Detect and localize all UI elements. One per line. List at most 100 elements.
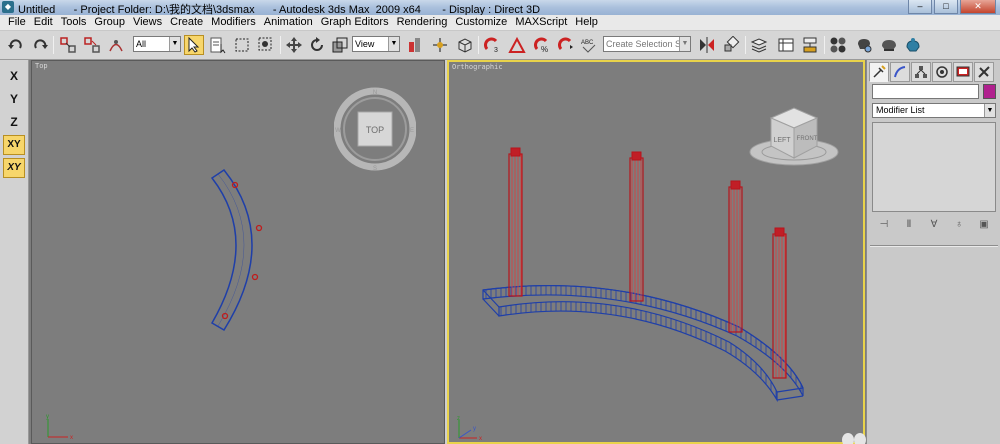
pillar[interactable] [772, 227, 787, 379]
menu-rendering[interactable]: Rendering [393, 15, 452, 30]
pillar[interactable] [728, 180, 743, 333]
select-and-scale-icon[interactable] [330, 35, 350, 55]
compass-s-label: S [373, 166, 377, 172]
restrict-z-button[interactable]: Z [3, 112, 25, 132]
maximize-button[interactable]: □ [934, 0, 958, 14]
menu-animation[interactable]: Animation [260, 15, 317, 30]
configure-modifier-sets-icon[interactable]: ▣ [976, 218, 992, 232]
utilities-tab-icon[interactable] [974, 62, 994, 82]
command-panel-divider [870, 245, 998, 247]
pillar[interactable] [629, 151, 644, 302]
menu-group[interactable]: Group [90, 15, 129, 30]
menu-views[interactable]: Views [129, 15, 166, 30]
material-editor-icon[interactable] [828, 35, 848, 55]
modifier-stack-tools: ⊣ Ⅱ ∀ ♁ ▣ [872, 216, 996, 234]
3dsmax-icon[interactable]: ◆ [2, 1, 14, 13]
pillar-marker[interactable] [251, 273, 259, 281]
render-setup-icon[interactable] [854, 35, 874, 55]
curve-editor-icon[interactable] [776, 35, 796, 55]
svg-text:x: x [479, 436, 482, 442]
spinner-snap-toggle-icon[interactable] [556, 35, 576, 55]
menu-modifiers[interactable]: Modifiers [207, 15, 260, 30]
curved-beam[interactable] [482, 284, 804, 403]
unlink-selection-icon[interactable] [82, 35, 102, 55]
close-button[interactable]: ✕ [960, 0, 996, 14]
select-by-name-icon[interactable] [208, 35, 228, 55]
minimize-button[interactable]: – [908, 0, 932, 14]
rendered-frame-window-icon[interactable] [879, 35, 899, 55]
redo-icon[interactable] [30, 35, 50, 55]
svg-text:ABC: ABC [581, 40, 594, 46]
edit-named-selection-sets-icon[interactable]: ABC [579, 35, 599, 55]
window-crossing-icon[interactable] [256, 35, 276, 55]
command-panel: Modifier List ▼ ⊣ Ⅱ ∀ ♁ ▣ [866, 60, 1000, 444]
restrict-xy-flyout-button[interactable]: XY [3, 158, 25, 178]
select-object-icon[interactable] [184, 35, 204, 55]
svg-text:y: y [46, 414, 49, 420]
orthographic-viewport[interactable]: Orthographic LEFT FRONT z x y [447, 60, 865, 444]
select-and-link-icon[interactable] [58, 35, 78, 55]
rectangular-selection-region-icon[interactable] [232, 35, 252, 55]
snaps-toggle-icon[interactable]: 3 [482, 35, 502, 55]
reference-coordinate-dropdown[interactable]: View ▼ [352, 36, 400, 52]
layer-manager-icon[interactable] [749, 35, 769, 55]
chevron-down-icon: ▼ [984, 104, 995, 117]
schematic-view-icon[interactable] [800, 35, 820, 55]
modify-tab-icon[interactable] [890, 62, 910, 82]
remove-modifier-icon[interactable]: ♁ [951, 218, 967, 232]
pillar-marker[interactable] [255, 224, 263, 232]
menu-help[interactable]: Help [571, 15, 602, 30]
restrict-x-button[interactable]: X [3, 66, 25, 86]
align-icon[interactable] [721, 35, 741, 55]
named-selection-sets-dropdown[interactable]: Create Selection Se ▼ [603, 36, 691, 52]
percent-snap-toggle-icon[interactable]: % [532, 35, 552, 55]
modifier-stack[interactable] [872, 122, 996, 212]
watermark-cloud [842, 433, 866, 444]
menu-graph-editors[interactable]: Graph Editors [317, 15, 393, 30]
select-and-rotate-icon[interactable] [307, 35, 327, 55]
curved-beam-top[interactable] [202, 165, 282, 335]
viewport-label-top[interactable]: Top [35, 62, 48, 70]
menu-file[interactable]: File [4, 15, 30, 30]
curved-bridge-model[interactable] [469, 142, 809, 412]
make-unique-icon[interactable]: ∀ [926, 218, 942, 232]
select-and-manipulate-icon[interactable] [430, 35, 450, 55]
show-end-result-icon[interactable]: Ⅱ [901, 218, 917, 232]
axis-tripod-top: y x [46, 414, 73, 441]
create-tab-icon[interactable] [869, 62, 889, 82]
undo-icon[interactable] [6, 35, 26, 55]
axis-constraints-toolbar: X Y Z XY XY [0, 60, 29, 444]
pin-stack-icon[interactable]: ⊣ [876, 218, 892, 232]
display-tab-icon[interactable] [953, 62, 973, 82]
mirror-icon[interactable] [697, 35, 717, 55]
quick-render-icon[interactable] [903, 35, 923, 55]
top-viewport[interactable]: Top TOP N S E W y x [31, 60, 445, 444]
svg-text:z: z [457, 416, 460, 422]
menu-customize[interactable]: Customize [451, 15, 511, 30]
select-and-move-icon[interactable] [284, 35, 304, 55]
restrict-xy-button[interactable]: XY [3, 135, 25, 155]
compass-e-label: E [410, 128, 414, 134]
modifier-list-dropdown[interactable]: Modifier List ▼ [872, 103, 996, 118]
keyboard-shortcut-override-icon[interactable] [455, 35, 475, 55]
hierarchy-tab-icon[interactable] [911, 62, 931, 82]
selection-filter-dropdown[interactable]: All ▼ [133, 36, 181, 52]
viewcube-top[interactable]: TOP N S E W [334, 85, 416, 175]
angle-snap-toggle-icon[interactable] [507, 35, 527, 55]
menu-maxscript[interactable]: MAXScript [511, 15, 571, 30]
restrict-y-button[interactable]: Y [3, 89, 25, 109]
chevron-down-icon: ▼ [169, 37, 180, 51]
bind-to-space-warp-icon[interactable] [106, 35, 126, 55]
use-pivot-point-center-icon[interactable] [404, 35, 424, 55]
axis-tripod-ortho: z x y [457, 416, 482, 442]
pillar[interactable] [508, 147, 523, 297]
motion-tab-icon[interactable] [932, 62, 952, 82]
menu-edit[interactable]: Edit [30, 15, 57, 30]
window-controls: – □ ✕ [908, 0, 996, 15]
object-name-field[interactable] [872, 84, 979, 99]
pillar-marker[interactable] [221, 312, 229, 320]
menu-create[interactable]: Create [166, 15, 207, 30]
object-color-swatch[interactable] [983, 84, 996, 99]
menu-tools[interactable]: Tools [57, 15, 91, 30]
viewport-label-orthographic[interactable]: Orthographic [452, 63, 503, 71]
